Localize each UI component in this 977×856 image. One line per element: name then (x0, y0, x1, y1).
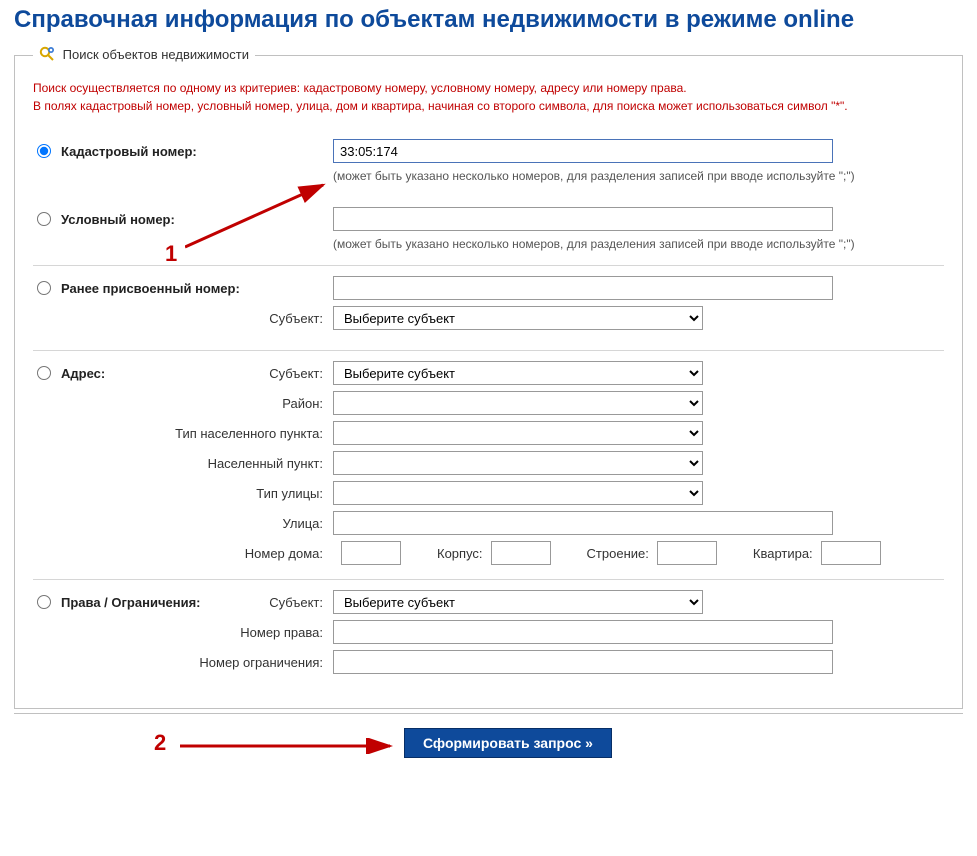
select-addr-subject[interactable]: Выберите субъект (333, 361, 703, 385)
radio-previous[interactable] (37, 281, 51, 295)
label-addr-flat: Квартира: (753, 546, 813, 561)
label-previous: Ранее присвоенный номер: (61, 281, 240, 296)
search-hint-block: Поиск осуществляется по одному из критер… (33, 79, 944, 115)
warn-line-1: Поиск осуществляется по одному из критер… (33, 79, 944, 97)
section-rights: Права / Ограничения: Субъект: Выберите с… (33, 579, 944, 694)
label-cadastral: Кадастровый номер: (61, 144, 197, 159)
submit-bar: 2 Сформировать запрос » (14, 713, 963, 776)
label-addr-street-type: Тип улицы: (256, 486, 323, 501)
input-addr-korpus[interactable] (491, 541, 551, 565)
label-rights: Права / Ограничения: (61, 595, 200, 610)
hint-cadastral: (может быть указано несколько номеров, д… (333, 169, 944, 183)
radio-rights[interactable] (37, 595, 51, 609)
radio-conditional[interactable] (37, 212, 51, 226)
input-addr-building[interactable] (657, 541, 717, 565)
section-previous: Ранее присвоенный номер: Субъект: Выбери… (33, 265, 944, 350)
section-conditional: Условный номер: (может быть указано неск… (33, 197, 944, 265)
label-addr-settlement: Населенный пункт: (208, 456, 323, 471)
radio-address[interactable] (37, 366, 51, 380)
legend-text: Поиск объектов недвижимости (63, 47, 249, 62)
section-cadastral: Кадастровый номер: (может быть указано н… (33, 129, 944, 197)
section-address: Адрес: Субъект: Выберите субъект Район: … (33, 350, 944, 579)
label-prev-subject: Субъект: (269, 311, 323, 326)
label-addr-settlement-type: Тип населенного пункта: (175, 426, 323, 441)
input-addr-flat[interactable] (821, 541, 881, 565)
label-addr-house: Номер дома: (245, 546, 323, 561)
annotation-arrow-2 (180, 738, 400, 754)
input-limit-number[interactable] (333, 650, 833, 674)
label-right-number: Номер права: (240, 625, 323, 640)
input-right-number[interactable] (333, 620, 833, 644)
input-previous-number[interactable] (333, 276, 833, 300)
label-addr-street: Улица: (282, 516, 323, 531)
select-addr-district[interactable] (333, 391, 703, 415)
label-conditional: Условный номер: (61, 212, 175, 227)
label-addr-korpus: Корпус: (437, 546, 483, 561)
input-cadastral-number[interactable] (333, 139, 833, 163)
label-addr-district: Район: (282, 396, 323, 411)
label-address: Адрес: (61, 366, 105, 381)
input-conditional-number[interactable] (333, 207, 833, 231)
select-addr-settlement[interactable] (333, 451, 703, 475)
select-rights-subject[interactable]: Выберите субъект (333, 590, 703, 614)
radio-cadastral[interactable] (37, 144, 51, 158)
select-addr-settlement-type[interactable] (333, 421, 703, 445)
warn-line-2: В полях кадастровый номер, условный номе… (33, 97, 944, 115)
search-icon (39, 46, 55, 65)
hint-conditional: (может быть указано несколько номеров, д… (333, 237, 944, 251)
annotation-number-2: 2 (154, 730, 166, 756)
search-legend: Поиск объектов недвижимости (33, 46, 255, 65)
label-addr-building: Строение: (587, 546, 649, 561)
label-rights-subject: Субъект: (269, 595, 323, 610)
page-title: Справочная информация по объектам недвиж… (14, 6, 967, 34)
select-addr-street-type[interactable] (333, 481, 703, 505)
search-fieldset: Поиск объектов недвижимости Поиск осущес… (14, 46, 963, 709)
input-addr-street[interactable] (333, 511, 833, 535)
input-addr-house[interactable] (341, 541, 401, 565)
submit-button[interactable]: Сформировать запрос » (404, 728, 612, 758)
label-limit-number: Номер ограничения: (199, 655, 323, 670)
label-addr-subject: Субъект: (269, 366, 323, 381)
select-prev-subject[interactable]: Выберите субъект (333, 306, 703, 330)
